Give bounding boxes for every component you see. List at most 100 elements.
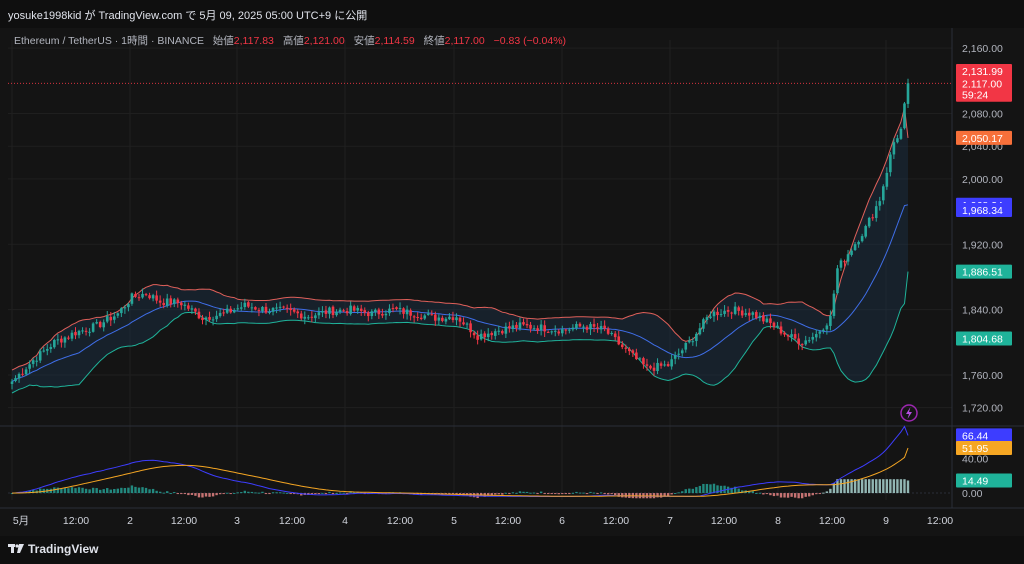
candle-body bbox=[45, 349, 49, 351]
candle-body bbox=[264, 306, 268, 313]
time-label: 3 bbox=[234, 515, 240, 527]
histogram-bar bbox=[677, 492, 680, 494]
time-label: 4 bbox=[342, 515, 348, 527]
tradingview-logo[interactable]: TradingView bbox=[8, 542, 98, 556]
candle-body bbox=[14, 378, 17, 382]
osc-badge: 51.95 bbox=[962, 443, 988, 455]
histogram-bar bbox=[681, 491, 684, 494]
candle-body bbox=[709, 316, 712, 318]
candle-body bbox=[63, 337, 67, 343]
histogram-bar bbox=[158, 491, 162, 494]
histogram-bar bbox=[684, 489, 687, 494]
histogram-bar bbox=[846, 479, 850, 494]
candle-body bbox=[95, 322, 98, 324]
histogram-bar bbox=[621, 493, 624, 498]
candle-body bbox=[515, 324, 518, 328]
histogram-bar bbox=[501, 493, 504, 495]
candle-body bbox=[24, 369, 28, 375]
candle-body bbox=[811, 336, 815, 340]
candle-body bbox=[130, 293, 134, 304]
price-chart[interactable]: 2,160.002,080.002,040.002,000.001,920.00… bbox=[0, 0, 1024, 564]
candle-body bbox=[278, 306, 282, 308]
candle-body bbox=[398, 307, 402, 309]
candle-body bbox=[112, 316, 116, 320]
candle-body bbox=[180, 302, 183, 306]
candle-body bbox=[123, 307, 127, 309]
histogram-bar bbox=[91, 487, 95, 494]
histogram-bar bbox=[899, 479, 903, 494]
histogram-bar bbox=[218, 493, 222, 495]
histogram-bar bbox=[278, 492, 282, 494]
histogram-bar bbox=[811, 493, 814, 496]
candle-body bbox=[402, 308, 405, 314]
candle-body bbox=[797, 338, 800, 345]
histogram-bar bbox=[790, 493, 793, 497]
oscillator-fast-line bbox=[11, 425, 909, 497]
histogram-bar bbox=[546, 493, 550, 495]
histogram-bar bbox=[596, 493, 599, 495]
histogram-bar bbox=[536, 493, 539, 495]
histogram-bar bbox=[709, 484, 712, 494]
histogram-bar bbox=[511, 492, 515, 494]
histogram-bar bbox=[885, 479, 889, 494]
histogram-bar bbox=[772, 493, 776, 497]
histogram-bar bbox=[825, 491, 829, 494]
histogram-bar bbox=[614, 493, 617, 496]
candle-body bbox=[434, 314, 437, 321]
price-tick-label: 1,840.00 bbox=[962, 305, 1003, 317]
candle-body bbox=[144, 294, 148, 296]
candle-body bbox=[867, 217, 871, 227]
candle-body bbox=[49, 347, 53, 349]
candle-body bbox=[169, 298, 173, 305]
candle-body bbox=[755, 312, 758, 318]
candle-body bbox=[592, 324, 596, 327]
candle-body bbox=[204, 317, 208, 320]
candle-body bbox=[497, 330, 501, 332]
candle-body bbox=[850, 250, 853, 255]
candle-body bbox=[366, 312, 370, 317]
candle-body bbox=[465, 323, 469, 325]
histogram-bar bbox=[892, 479, 896, 494]
candle-body bbox=[261, 306, 264, 312]
histogram-bar bbox=[247, 491, 250, 494]
histogram-bar bbox=[575, 491, 578, 494]
candle-body bbox=[836, 268, 839, 294]
candle-body bbox=[878, 201, 882, 206]
candle-body bbox=[38, 351, 42, 361]
candle-body bbox=[183, 304, 187, 306]
candle-body bbox=[155, 295, 158, 301]
histogram-bar bbox=[554, 493, 557, 495]
histogram-bar bbox=[793, 493, 797, 498]
candle-body bbox=[723, 310, 726, 314]
histogram-bar bbox=[769, 493, 772, 496]
histogram-bar bbox=[151, 488, 155, 494]
histogram-bar bbox=[282, 492, 285, 494]
candle-body bbox=[352, 306, 356, 311]
histogram-bar bbox=[564, 493, 568, 495]
candle-body bbox=[338, 309, 342, 313]
candle-body bbox=[388, 308, 391, 314]
candle-body bbox=[409, 310, 412, 316]
symbol-title[interactable]: Ethereum / TetherUS · 1時間 · BINANCE bbox=[14, 35, 204, 47]
histogram-bar bbox=[822, 492, 825, 494]
candle-body bbox=[384, 313, 388, 316]
candle-body bbox=[716, 311, 719, 316]
time-axis: 5月 12:00 2 12:00 3 12:00 4 12:00 5 12:00 6 12:00 7 12… bbox=[13, 515, 953, 527]
histogram-bar bbox=[215, 493, 218, 496]
band-fill bbox=[12, 107, 908, 394]
histogram-bar bbox=[261, 491, 264, 494]
price-badge: 1,886.51 bbox=[962, 267, 1003, 279]
histogram-bar bbox=[829, 488, 832, 494]
time-label: 12:00 bbox=[711, 515, 737, 527]
candle-body bbox=[737, 307, 740, 311]
candle-body bbox=[740, 310, 744, 316]
histogram-bar bbox=[67, 488, 70, 494]
histogram-bar bbox=[508, 493, 511, 495]
candle-body bbox=[617, 336, 621, 345]
candle-body bbox=[271, 307, 275, 312]
time-label: 9 bbox=[883, 515, 889, 527]
histogram-bar bbox=[141, 487, 144, 494]
candle-body bbox=[652, 367, 656, 371]
histogram-bar bbox=[229, 493, 232, 495]
time-label: 6 bbox=[559, 515, 565, 527]
